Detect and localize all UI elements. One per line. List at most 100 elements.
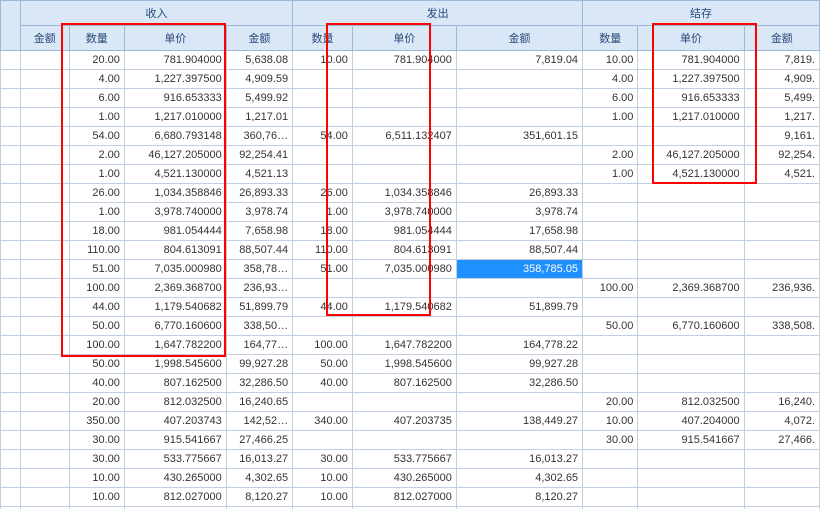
cell-out-qty[interactable]: 54.00 xyxy=(293,127,353,146)
cell-blank[interactable] xyxy=(1,260,21,279)
cell-bal-qty[interactable] xyxy=(583,260,638,279)
cell-income-amount[interactable] xyxy=(20,412,69,431)
cell-out-qty[interactable]: 40.00 xyxy=(293,374,353,393)
cell-out-price[interactable] xyxy=(352,317,456,336)
cell-income-qty[interactable]: 6.00 xyxy=(69,89,124,108)
cell-income-qty[interactable]: 40.00 xyxy=(69,374,124,393)
cell-income-amount[interactable] xyxy=(20,431,69,450)
cell-bal-price[interactable] xyxy=(638,298,744,317)
cell-income-qty[interactable]: 50.00 xyxy=(69,317,124,336)
cell-blank[interactable] xyxy=(1,89,21,108)
cell-out-qty[interactable] xyxy=(293,70,353,89)
cell-out-price[interactable]: 807.162500 xyxy=(352,374,456,393)
cell-income-amount[interactable] xyxy=(20,108,69,127)
cell-out-amt[interactable] xyxy=(456,431,582,450)
cell-income-price[interactable]: 7,035.000980 xyxy=(124,260,226,279)
cell-income-price[interactable]: 781.904000 xyxy=(124,51,226,70)
cell-income-amount[interactable] xyxy=(20,184,69,203)
cell-bal-qty[interactable] xyxy=(583,374,638,393)
cell-out-qty[interactable]: 30.00 xyxy=(293,450,353,469)
cell-income-qty[interactable]: 20.00 xyxy=(69,393,124,412)
cell-income-amt[interactable]: 32,286.50 xyxy=(226,374,292,393)
cell-income-amt[interactable]: 51,899.79 xyxy=(226,298,292,317)
cell-bal-qty[interactable]: 30.00 xyxy=(583,431,638,450)
cell-out-price[interactable] xyxy=(352,165,456,184)
cell-income-price[interactable]: 1,647.782200 xyxy=(124,336,226,355)
cell-bal-price[interactable]: 2,369.368700 xyxy=(638,279,744,298)
cell-income-amount[interactable] xyxy=(20,260,69,279)
cell-bal-price[interactable] xyxy=(638,469,744,488)
cell-bal-qty[interactable] xyxy=(583,203,638,222)
cell-income-amount[interactable] xyxy=(20,89,69,108)
cell-blank[interactable] xyxy=(1,165,21,184)
cell-income-qty[interactable]: 50.00 xyxy=(69,355,124,374)
cell-blank[interactable] xyxy=(1,298,21,317)
cell-bal-amt[interactable]: 9,161. xyxy=(744,127,819,146)
cell-income-qty[interactable]: 51.00 xyxy=(69,260,124,279)
cell-income-qty[interactable]: 54.00 xyxy=(69,127,124,146)
cell-blank[interactable] xyxy=(1,222,21,241)
cell-income-amount[interactable] xyxy=(20,279,69,298)
cell-blank[interactable] xyxy=(1,355,21,374)
cell-income-amt[interactable]: 1,217.01 xyxy=(226,108,292,127)
cell-bal-amt[interactable] xyxy=(744,355,819,374)
cell-out-qty[interactable] xyxy=(293,146,353,165)
cell-out-price[interactable]: 430.265000 xyxy=(352,469,456,488)
cell-bal-price[interactable]: 4,521.130000 xyxy=(638,165,744,184)
cell-bal-qty[interactable]: 2.00 xyxy=(583,146,638,165)
cell-out-amt[interactable]: 351,601.15 xyxy=(456,127,582,146)
cell-out-amt[interactable]: 164,778.22 xyxy=(456,336,582,355)
cell-out-qty[interactable] xyxy=(293,165,353,184)
cell-out-amt[interactable]: 138,449.27 xyxy=(456,412,582,431)
cell-bal-amt[interactable]: 92,254. xyxy=(744,146,819,165)
cell-bal-amt[interactable]: 27,466. xyxy=(744,431,819,450)
cell-bal-amt[interactable]: 7,819. xyxy=(744,51,819,70)
cell-bal-amt[interactable]: 4,072. xyxy=(744,412,819,431)
cell-bal-qty[interactable] xyxy=(583,336,638,355)
cell-income-amount[interactable] xyxy=(20,51,69,70)
cell-blank[interactable] xyxy=(1,393,21,412)
cell-income-amt[interactable]: 92,254.41 xyxy=(226,146,292,165)
cell-bal-price[interactable] xyxy=(638,241,744,260)
cell-income-amount[interactable] xyxy=(20,374,69,393)
cell-out-qty[interactable] xyxy=(293,393,353,412)
cell-blank[interactable] xyxy=(1,279,21,298)
cell-bal-qty[interactable]: 1.00 xyxy=(583,165,638,184)
cell-bal-price[interactable]: 812.032500 xyxy=(638,393,744,412)
cell-income-price[interactable]: 916.653333 xyxy=(124,89,226,108)
cell-out-price[interactable]: 804.613091 xyxy=(352,241,456,260)
cell-blank[interactable] xyxy=(1,450,21,469)
cell-income-price[interactable]: 1,179.540682 xyxy=(124,298,226,317)
cell-income-amt[interactable]: 360,76… xyxy=(226,127,292,146)
cell-income-amt[interactable]: 164,77… xyxy=(226,336,292,355)
cell-income-price[interactable]: 915.541667 xyxy=(124,431,226,450)
cell-blank[interactable] xyxy=(1,431,21,450)
cell-bal-qty[interactable] xyxy=(583,469,638,488)
cell-income-price[interactable]: 812.032500 xyxy=(124,393,226,412)
cell-bal-amt[interactable]: 4,521. xyxy=(744,165,819,184)
cell-blank[interactable] xyxy=(1,127,21,146)
cell-bal-qty[interactable]: 1.00 xyxy=(583,108,638,127)
cell-income-amount[interactable] xyxy=(20,488,69,507)
cell-income-amount[interactable] xyxy=(20,469,69,488)
header-group-income[interactable]: 收入 xyxy=(20,1,292,26)
cell-out-amt[interactable] xyxy=(456,317,582,336)
cell-bal-price[interactable] xyxy=(638,488,744,507)
cell-blank[interactable] xyxy=(1,146,21,165)
cell-income-qty[interactable]: 100.00 xyxy=(69,336,124,355)
cell-income-amt[interactable]: 16,240.65 xyxy=(226,393,292,412)
cell-income-qty[interactable]: 1.00 xyxy=(69,203,124,222)
cell-bal-qty[interactable]: 6.00 xyxy=(583,89,638,108)
cell-bal-price[interactable]: 46,127.205000 xyxy=(638,146,744,165)
cell-bal-qty[interactable] xyxy=(583,355,638,374)
cell-bal-qty[interactable]: 20.00 xyxy=(583,393,638,412)
cell-out-amt[interactable]: 358,785.05 xyxy=(456,260,582,279)
cell-out-price[interactable] xyxy=(352,70,456,89)
cell-out-qty[interactable]: 10.00 xyxy=(293,488,353,507)
cell-out-amt[interactable]: 7,819.04 xyxy=(456,51,582,70)
cell-out-price[interactable]: 1,034.358846 xyxy=(352,184,456,203)
cell-income-price[interactable]: 2,369.368700 xyxy=(124,279,226,298)
cell-bal-qty[interactable]: 10.00 xyxy=(583,51,638,70)
cell-bal-price[interactable]: 6,770.160600 xyxy=(638,317,744,336)
cell-income-qty[interactable]: 350.00 xyxy=(69,412,124,431)
